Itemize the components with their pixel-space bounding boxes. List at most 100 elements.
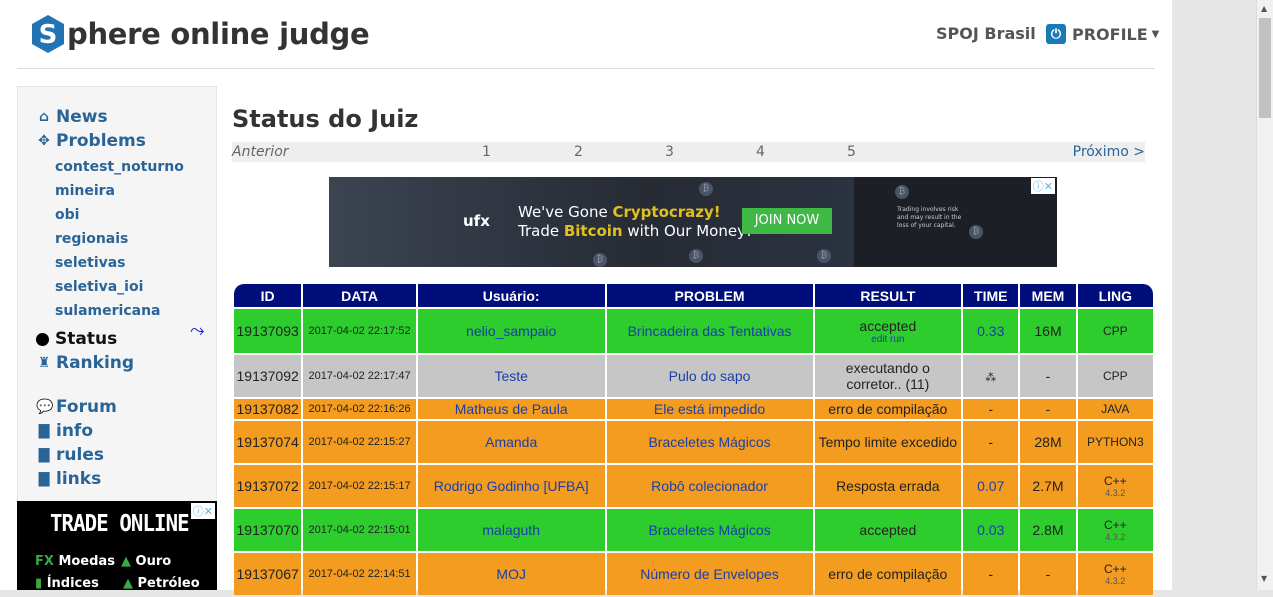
col-header-result[interactable]: RESULT — [814, 284, 962, 307]
chart-icon: ▮ — [35, 576, 43, 590]
sidebar-item-problems[interactable]: ✥ Problems — [36, 131, 146, 151]
col-header-problem[interactable]: PROBLEM — [606, 284, 813, 307]
ad-close-icon[interactable]: ⓘ✕ — [1030, 178, 1055, 194]
sidebar-item-ranking[interactable]: ♜ Ranking — [36, 353, 134, 373]
sidebar-ad[interactable]: TRADE ONLINE FX Moedas ▲ Ouro ▮ Índices … — [17, 501, 217, 590]
submission-id[interactable]: 19137070 — [234, 509, 302, 551]
profile-menu[interactable]: ⏻ PROFILE ▼ — [1046, 24, 1159, 44]
page-title: Status do Juiz — [232, 105, 419, 133]
ad-text: Trade — [518, 222, 564, 240]
submission-date: 2017-04-02 22:15:01 — [303, 509, 416, 551]
logo-letter: S — [39, 20, 58, 50]
submission-lang: PYTHON3 — [1077, 421, 1153, 463]
col-header-lang[interactable]: LING — [1077, 284, 1153, 307]
scrollbar-thumb[interactable] — [1259, 18, 1271, 118]
col-header-user[interactable]: Usuário: — [417, 284, 605, 307]
submission-problem[interactable]: Brincadeira das Tentativas — [606, 309, 813, 353]
submission-time: - — [963, 421, 1019, 463]
ad-text: We've Gone — [518, 203, 613, 221]
sidebar-subitem-obi[interactable]: obi — [55, 207, 79, 223]
logo-text: phere online judge — [67, 17, 370, 51]
ad-join-button[interactable]: JOIN NOW — [742, 208, 832, 234]
scroll-up-icon[interactable]: ▲ — [1261, 4, 1267, 13]
submission-date: 2017-04-02 22:14:51 — [303, 553, 416, 595]
submission-time[interactable]: 0.07 — [963, 465, 1019, 507]
submission-lang: JAVA — [1077, 399, 1153, 419]
bitcoin-icon: ₿ — [969, 225, 983, 239]
submission-time[interactable]: 0.33 — [963, 309, 1019, 353]
ad-close-icon[interactable]: ⓘ✕ — [190, 503, 215, 519]
submission-date: 2017-04-02 22:17:47 — [303, 355, 416, 397]
submission-time[interactable]: 0.03 — [963, 509, 1019, 551]
table-row: 19137072 2017-04-02 22:15:17 Rodrigo God… — [234, 465, 1153, 507]
sidebar-item-links[interactable]: ▇ links — [36, 469, 102, 489]
pager-page-5[interactable]: 5 — [847, 144, 856, 160]
submission-result: Resposta errada — [814, 465, 962, 507]
submission-user[interactable]: Amanda — [417, 421, 605, 463]
submission-problem[interactable]: Pulo do sapo — [606, 355, 813, 397]
submission-problem[interactable]: Ele está impedido — [606, 399, 813, 419]
submission-result: erro de compilação — [814, 399, 962, 419]
site-logo[interactable]: S phere online judge — [30, 14, 370, 54]
sidebar-subitem-sulamericana[interactable]: sulamericana — [55, 303, 161, 319]
sidebar-item-rules[interactable]: ▇ rules — [36, 445, 104, 465]
submission-problem[interactable]: Número de Envelopes — [606, 553, 813, 595]
bitcoin-icon: ₿ — [895, 185, 909, 199]
submission-lang: C++ 4.3.2 — [1077, 465, 1153, 507]
lang-version: 4.3.2 — [1105, 488, 1126, 498]
sidebar-item-info[interactable]: ▇ info — [36, 421, 93, 441]
pager-page-1[interactable]: 1 — [482, 144, 491, 160]
vertical-scrollbar[interactable]: ▲ ▼ — [1256, 0, 1273, 590]
ad-text: with Our Money! — [622, 222, 752, 240]
col-header-data[interactable]: DATA — [303, 284, 416, 307]
submission-id[interactable]: 19137093 — [234, 309, 302, 353]
pager-next[interactable]: Próximo > — [1073, 144, 1145, 160]
sidebar-subitem-mineira[interactable]: mineira — [55, 183, 115, 199]
sidebar-subitem-contest-noturno[interactable]: contest_noturno — [55, 159, 184, 175]
submission-id: 19137074 — [234, 421, 302, 463]
pager-page-4[interactable]: 4 — [756, 144, 765, 160]
submission-problem[interactable]: Robô colecionador — [606, 465, 813, 507]
status-table: ID DATA Usuário: PROBLEM RESULT TIME MEM… — [232, 282, 1155, 597]
submission-user[interactable]: MOJ — [417, 553, 605, 595]
bitcoin-icon: ₿ — [817, 249, 831, 263]
file-icon: ▇ — [38, 447, 50, 463]
sidebar-subitem-seletiva-ioi[interactable]: seletiva_ioi — [55, 279, 143, 295]
submission-id: 19137072 — [234, 465, 302, 507]
submission-user[interactable]: malaguth — [417, 509, 605, 551]
sidebar-item-news[interactable]: ⌂ News — [36, 107, 108, 127]
submission-user[interactable]: Rodrigo Godinho [UFBA] — [417, 465, 605, 507]
submission-user[interactable]: nelio_sampaio — [417, 309, 605, 353]
active-dot-icon — [36, 332, 49, 346]
col-header-time[interactable]: TIME — [963, 284, 1019, 307]
lang-version: 4.3.2 — [1105, 576, 1126, 586]
sidebar-item-status[interactable]: Status — [36, 329, 117, 349]
spoj-brasil-link[interactable]: SPOJ Brasil — [936, 24, 1036, 43]
ad-indices-label: Índices — [46, 576, 99, 590]
sidebar-item-forum[interactable]: 💬 Forum — [36, 397, 117, 417]
pager-page-2[interactable]: 2 — [574, 144, 583, 160]
edit-run-links[interactable]: edit run — [817, 334, 960, 345]
submission-problem[interactable]: Braceletes Mágicos — [606, 421, 813, 463]
pager-page-3[interactable]: 3 — [665, 144, 674, 160]
submission-lang: C++ 4.3.2 — [1077, 509, 1153, 551]
submission-user[interactable]: Matheus de Paula — [417, 399, 605, 419]
sidebar-item-label: Problems — [56, 131, 146, 151]
header-divider — [17, 68, 1155, 69]
ad-banner[interactable]: ₿ ₿ ₿ ₿ ₿ ₿ ufx We've Gone Cryptocrazy! … — [329, 177, 1057, 267]
scroll-down-icon[interactable]: ▼ — [1261, 574, 1267, 583]
lang-name: C++ — [1103, 562, 1127, 576]
submission-mem: - — [1020, 399, 1076, 419]
ad-brand-logo: ufx — [463, 212, 490, 230]
submission-result: Tempo limite excedido — [814, 421, 962, 463]
submission-problem[interactable]: Braceletes Mágicos — [606, 509, 813, 551]
result-text: accepted — [859, 317, 917, 334]
gold-bars-icon: ▲ — [121, 554, 131, 569]
col-header-mem[interactable]: MEM — [1020, 284, 1076, 307]
sidebar-subitem-seletivas[interactable]: seletivas — [55, 255, 126, 271]
table-header-row: ID DATA Usuário: PROBLEM RESULT TIME MEM… — [234, 284, 1153, 307]
sidebar-subitem-regionais[interactable]: regionais — [55, 231, 128, 247]
submission-user[interactable]: Teste — [417, 355, 605, 397]
ad-fx-label: FX — [35, 554, 54, 569]
col-header-id[interactable]: ID — [234, 284, 302, 307]
